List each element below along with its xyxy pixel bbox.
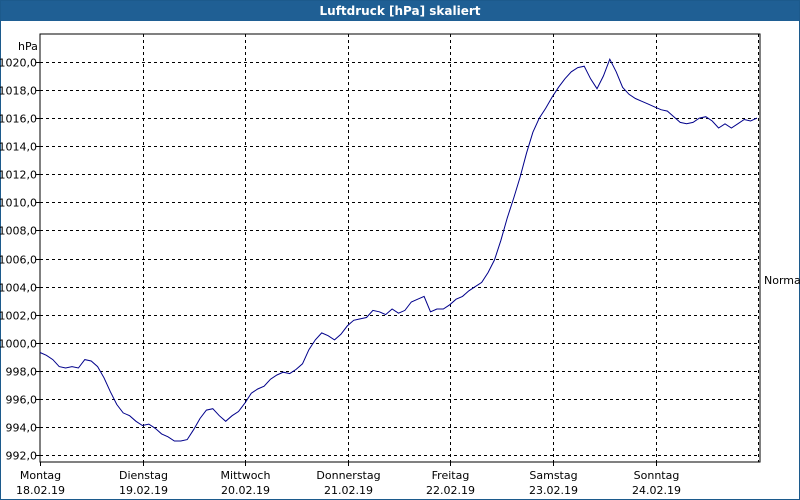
pressure-chart: hPa 1020,0 1018,0 1016,0 1014,0 1012,0 1010,0… [0,33,800,497]
y-tick-label: 1012,0 [0,169,37,182]
x-tick-date-label: 22.02.19 [426,484,475,497]
x-axis-ticks: Montag 18.02.19 Dienstag 19.02.19 Mittwoch 20… [16,462,681,497]
y-tick-label: 1020,0 [0,57,37,70]
y-axis-unit-label: hPa [18,40,38,53]
x-tick-day-label: Donnerstag [316,469,380,482]
x-tick-date-label: 21.02.19 [324,484,373,497]
y-tick-label: 1004,0 [0,282,37,295]
y-tick-label: 996,0 [6,394,38,407]
x-tick-date-label: 19.02.19 [119,484,168,497]
x-tick-date-label: 20.02.19 [221,484,270,497]
y-tick-label: 1016,0 [0,113,37,126]
x-tick-date-label: 24.02.19 [632,484,681,497]
y-tick-label: 1014,0 [0,141,37,154]
plot-area [39,33,761,463]
x-tick-day-label: Dienstag [119,469,168,482]
x-tick-day-label: Mittwoch [221,469,271,482]
normal-reference-label: Normal [764,274,800,287]
x-tick-date-label: 23.02.19 [529,484,578,497]
x-tick-day-label: Samstag [529,469,577,482]
y-tick-label: 1000,0 [0,338,37,351]
y-tick-label: 994,0 [6,422,38,435]
x-tick-day-label: Montag [20,469,61,482]
x-tick-day-label: Sonntag [634,469,680,482]
y-axis-ticks: 1020,0 1018,0 1016,0 1014,0 1012,0 1010,0 1008… [0,57,40,463]
y-tick-label: 1008,0 [0,225,37,238]
x-tick-day-label: Freitag [432,469,470,482]
y-tick-label: 1006,0 [0,254,37,267]
y-tick-label: 1002,0 [0,310,37,323]
y-tick-label: 1010,0 [0,197,37,210]
y-tick-label: 998,0 [6,366,38,379]
x-tick-date-label: 18.02.19 [16,484,65,497]
y-tick-label: 1018,0 [0,85,37,98]
y-tick-label: 992,0 [6,450,38,463]
